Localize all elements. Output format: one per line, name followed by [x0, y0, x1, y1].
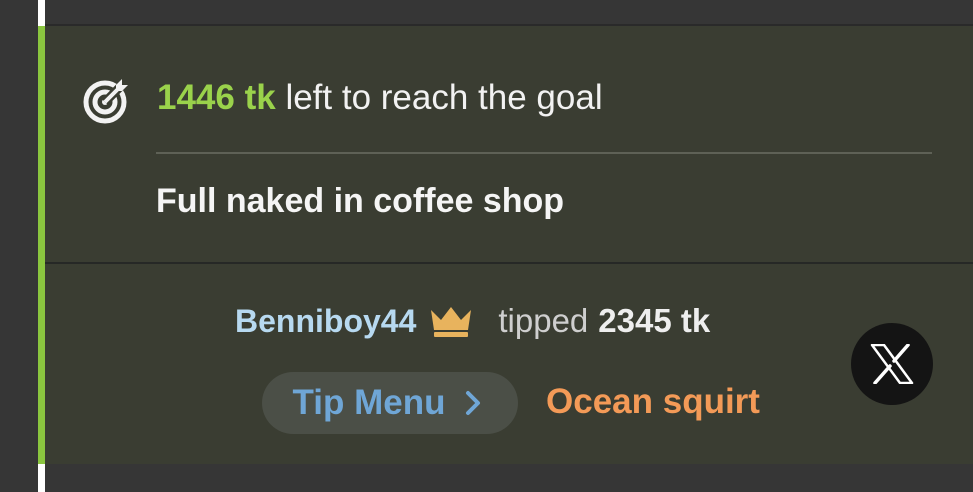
tip-menu-item[interactable]: Ocean squirt: [546, 382, 760, 422]
goal-title: Full naked in coffee shop: [156, 182, 565, 220]
tipper-username[interactable]: Benniboy44: [235, 303, 416, 340]
tipped-label: tipped: [498, 302, 589, 339]
target-icon: [83, 79, 128, 124]
tipped-amount: 2345 tk: [598, 302, 711, 339]
x-logo-icon: [870, 344, 914, 384]
chevron-right-icon: [466, 391, 481, 415]
crown-icon: [431, 307, 472, 337]
goal-remaining-label: left to reach the goal: [275, 78, 603, 117]
x-share-button[interactable]: [851, 323, 933, 405]
section-divider: [45, 262, 973, 264]
tip-menu-button[interactable]: Tip Menu: [262, 372, 518, 434]
tip-menu-label: Tip Menu: [292, 383, 446, 422]
goal-remaining-amount: 1446 tk: [157, 78, 276, 117]
last-tip-line: Benniboy44 tipped 2345 tk: [235, 301, 710, 341]
goal-divider: [156, 152, 932, 154]
goal-progress-text: 1446 tk left to reach the goal: [157, 78, 603, 118]
